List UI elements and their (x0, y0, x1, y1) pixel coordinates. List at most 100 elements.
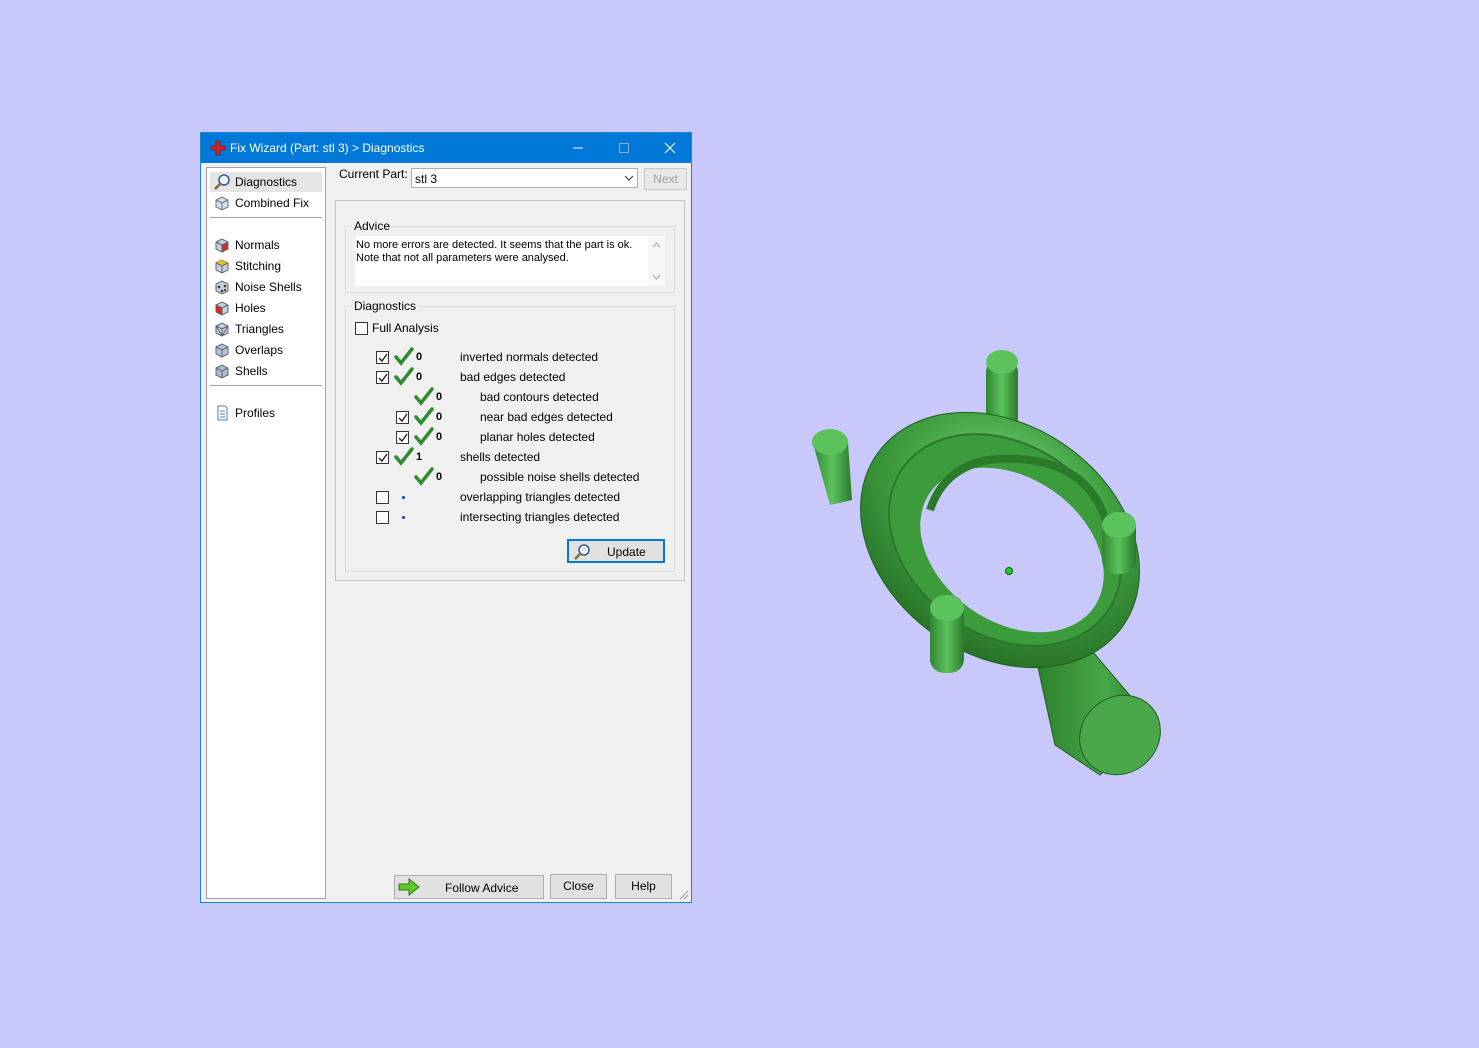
pending-dot-icon (402, 496, 405, 499)
diagnostics-group: Diagnostics Full Analysis 0 inverted nor… (345, 299, 675, 572)
triangles-cube-icon (215, 322, 229, 337)
inverted-normals-checkbox[interactable] (376, 351, 389, 364)
sidebar-item-stitching[interactable]: Stitching (210, 256, 322, 276)
scroll-arrows-icon (652, 242, 661, 280)
maximize-icon (619, 143, 629, 153)
current-part-select[interactable]: stl 3 (411, 168, 638, 188)
magnifier-icon (214, 174, 230, 190)
near-bad-edges-count: 0 (436, 411, 443, 423)
sidebar-item-noise-shells[interactable]: Noise Shells (210, 277, 322, 297)
checkmark-icon (378, 453, 388, 463)
main-panel: Advice No more errors are detected. It s… (335, 200, 685, 581)
full-analysis-label: Full Analysis (372, 321, 439, 335)
noise-shells-count: 0 (436, 471, 443, 483)
ok-check-icon (414, 467, 434, 486)
sidebar-item-holes[interactable]: Holes (210, 298, 322, 318)
ok-check-icon (394, 367, 414, 386)
diagnostics-title: Diagnostics (352, 299, 419, 313)
bad-edges-checkbox[interactable] (376, 371, 389, 384)
magnifier-icon (574, 544, 590, 560)
bad-edges-label: bad edges detected (460, 370, 566, 384)
ok-check-icon (394, 347, 414, 366)
checkmark-icon (398, 433, 408, 443)
noise-shells-label: possible noise shells detected (480, 470, 640, 484)
current-part-value: stl 3 (415, 172, 438, 186)
shells-checkbox[interactable] (376, 451, 389, 464)
checkmark-icon (398, 413, 408, 423)
3d-model-viewport[interactable] (800, 340, 1180, 790)
planar-holes-checkbox[interactable] (396, 431, 409, 444)
advice-group: Advice No more errors are detected. It s… (345, 219, 675, 293)
minimize-button[interactable] (555, 133, 601, 163)
update-button[interactable]: Update (567, 539, 665, 563)
sidebar-item-label: Combined Fix (235, 196, 310, 210)
stitching-cube-icon (215, 259, 229, 274)
full-analysis-checkbox[interactable] (355, 322, 368, 335)
close-icon (664, 142, 676, 154)
sidebar-item-label: Shells (235, 364, 268, 378)
sidebar-item-shells[interactable]: Shells (210, 361, 322, 381)
profiles-document-icon (217, 405, 228, 421)
ok-check-icon (414, 387, 434, 406)
sidebar-item-label: Stitching (235, 259, 282, 273)
noise-shells-icon (215, 280, 229, 295)
advice-text: No more errors are detected. It seems th… (356, 239, 633, 264)
current-part-label: Current Part: (339, 167, 408, 181)
ok-check-icon (394, 447, 414, 466)
sidebar-divider (210, 385, 322, 386)
maximize-button[interactable] (601, 133, 647, 163)
holes-cube-icon (215, 301, 229, 316)
follow-advice-label: Follow Advice (445, 881, 519, 895)
chevron-down-icon (624, 175, 634, 181)
sidebar-item-label: Holes (235, 301, 266, 315)
sidebar-item-label: Profiles (235, 406, 276, 420)
overlapping-triangles-label: overlapping triangles detected (460, 490, 621, 504)
sidebar-item-label: Noise Shells (235, 280, 302, 294)
sidebar-item-diagnostics[interactable]: Diagnostics (210, 172, 322, 192)
next-button[interactable]: Next (644, 168, 687, 190)
advice-scrollbar[interactable] (648, 236, 665, 286)
close-window-button[interactable] (647, 133, 693, 163)
fix-wizard-window: Fix Wizard (Part: stl 3) > Diagnostics D… (200, 132, 692, 903)
sidebar-item-label: Triangles (235, 322, 284, 336)
ok-check-icon (414, 407, 434, 426)
sidebar-item-profiles[interactable]: Profiles (210, 403, 322, 423)
near-bad-edges-checkbox[interactable] (396, 411, 409, 424)
rotation-center-dot (1005, 567, 1013, 575)
bad-contours-count: 0 (436, 391, 443, 403)
sidebar-item-label: Diagnostics (235, 175, 298, 189)
overlaps-cube-icon (215, 343, 229, 358)
intersecting-triangles-checkbox[interactable] (376, 511, 389, 524)
sidebar-item-normals[interactable]: Normals (210, 235, 322, 255)
normals-cube-icon (215, 238, 229, 253)
bad-edges-count: 0 (416, 371, 423, 383)
sidebar-item-triangles[interactable]: Triangles (210, 319, 322, 339)
help-button[interactable]: Help (615, 874, 672, 899)
overlapping-triangles-checkbox[interactable] (376, 491, 389, 504)
shells-cube-icon (215, 364, 229, 379)
sidebar-item-combined-fix[interactable]: Combined Fix (210, 193, 322, 213)
intersecting-triangles-label: intersecting triangles detected (460, 510, 620, 524)
green-arrow-right-icon (398, 878, 420, 896)
close-button[interactable]: Close (550, 874, 607, 899)
advice-title: Advice (352, 219, 393, 233)
follow-advice-button[interactable]: Follow Advice (394, 875, 544, 899)
near-bad-edges-label: near bad edges detected (480, 410, 613, 424)
planar-holes-count: 0 (436, 431, 443, 443)
inverted-normals-count: 0 (416, 351, 423, 363)
advice-textbox[interactable]: No more errors are detected. It seems th… (355, 236, 665, 286)
ok-check-icon (414, 427, 434, 446)
sidebar-item-label: Overlaps (235, 343, 284, 357)
sidebar-item-label: Normals (235, 238, 280, 252)
planar-holes-label: planar holes detected (480, 430, 595, 444)
title-bar[interactable]: Fix Wizard (Part: stl 3) > Diagnostics (201, 133, 691, 163)
resize-grip-icon[interactable] (679, 890, 689, 900)
minimize-icon (573, 147, 583, 149)
bad-contours-label: bad contours detected (480, 390, 599, 404)
inverted-normals-label: inverted normals detected (460, 350, 599, 364)
sidebar-item-overlaps[interactable]: Overlaps (210, 340, 322, 360)
checkmark-icon (378, 373, 388, 383)
sidebar: Diagnostics Combined Fix Normals Stitchi… (206, 167, 326, 899)
window-title: Fix Wizard (Part: stl 3) > Diagnostics (230, 141, 425, 155)
red-cross-app-icon (210, 140, 226, 156)
